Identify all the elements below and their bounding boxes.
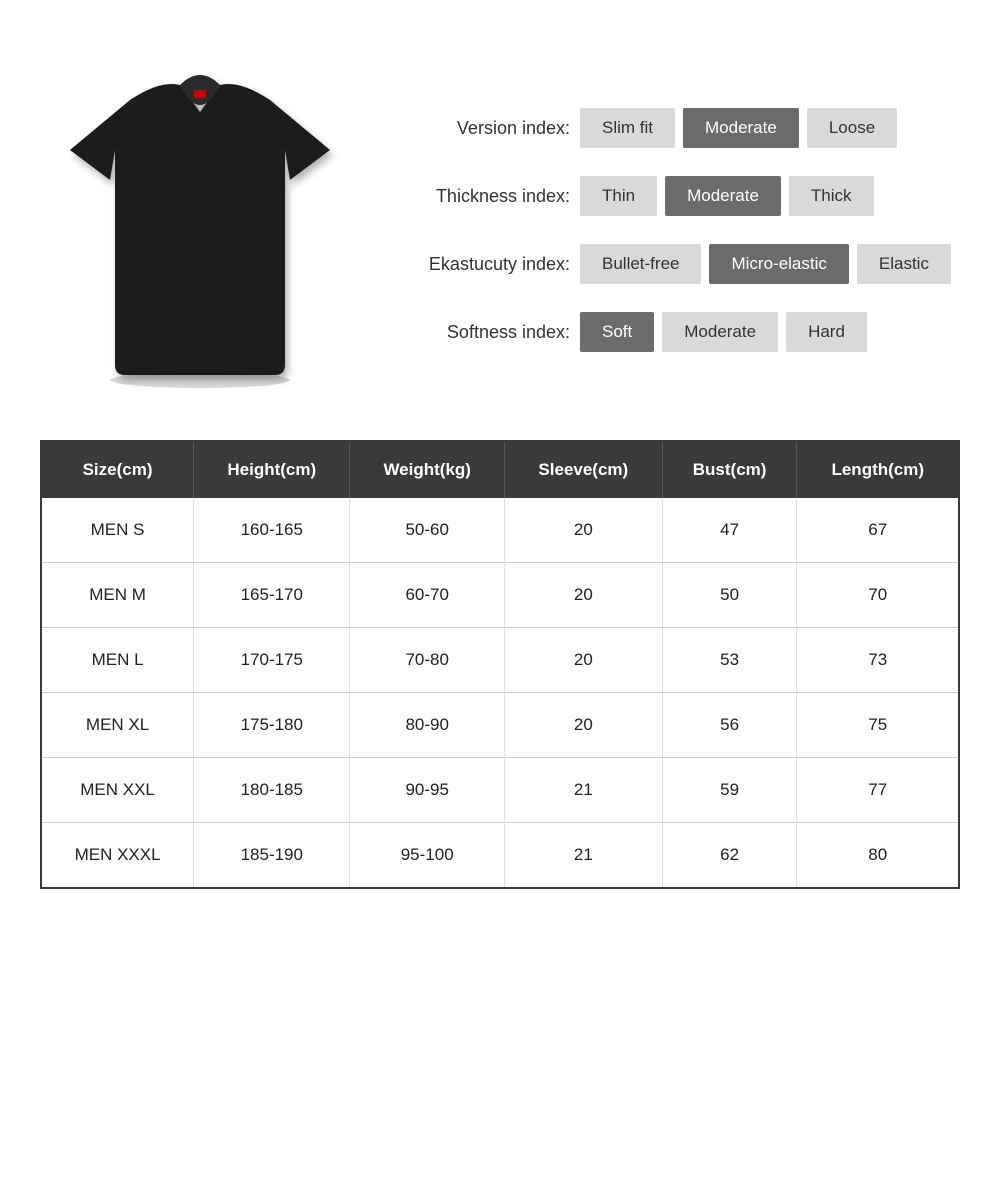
- size-table: Size(cm)Height(cm)Weight(kg)Sleeve(cm)Bu…: [42, 442, 958, 887]
- badge-1-0: Thin: [580, 176, 657, 216]
- index-label-2: Ekastucuty index:: [400, 254, 570, 275]
- table-cell-3-0: MEN XL: [42, 693, 194, 758]
- badge-0-0: Slim fit: [580, 108, 675, 148]
- table-cell-2-5: 73: [797, 628, 958, 693]
- table-cell-0-1: 160-165: [194, 498, 350, 563]
- table-header: Size(cm)Height(cm)Weight(kg)Sleeve(cm)Bu…: [42, 442, 958, 498]
- table-cell-1-3: 20: [504, 563, 662, 628]
- badge-3-1: Moderate: [662, 312, 778, 352]
- table-cell-2-1: 170-175: [194, 628, 350, 693]
- index-row-0: Version index: Slim fitModerateLoose: [400, 108, 960, 148]
- table-cell-2-3: 20: [504, 628, 662, 693]
- badge-1-1: Moderate: [665, 176, 781, 216]
- table-row-3: MEN XL175-18080-90205675: [42, 693, 958, 758]
- badge-3-0: Soft: [580, 312, 654, 352]
- table-cell-2-4: 53: [662, 628, 797, 693]
- table-cell-1-1: 165-170: [194, 563, 350, 628]
- table-cell-5-0: MEN XXXL: [42, 823, 194, 888]
- table-cell-2-0: MEN L: [42, 628, 194, 693]
- index-row-3: Softness index: SoftModerateHard: [400, 312, 960, 352]
- table-cell-1-2: 60-70: [350, 563, 505, 628]
- badge-0-2: Loose: [807, 108, 897, 148]
- table-cell-4-2: 90-95: [350, 758, 505, 823]
- table-cell-1-5: 70: [797, 563, 958, 628]
- table-cell-3-1: 175-180: [194, 693, 350, 758]
- table-row-2: MEN L170-17570-80205373: [42, 628, 958, 693]
- table-cell-2-2: 70-80: [350, 628, 505, 693]
- table-cell-5-1: 185-190: [194, 823, 350, 888]
- top-section: Version index:Slim fitModerateLooseThick…: [40, 70, 960, 390]
- index-badges-0: Slim fitModerateLoose: [580, 108, 897, 148]
- table-cell-5-2: 95-100: [350, 823, 505, 888]
- index-badges-3: SoftModerateHard: [580, 312, 867, 352]
- badge-2-2: Elastic: [857, 244, 951, 284]
- table-cell-0-4: 47: [662, 498, 797, 563]
- table-cell-4-5: 77: [797, 758, 958, 823]
- table-header-2: Weight(kg): [350, 442, 505, 498]
- index-label-1: Thickness index:: [400, 186, 570, 207]
- badge-3-2: Hard: [786, 312, 867, 352]
- index-label-3: Softness index:: [400, 322, 570, 343]
- table-cell-0-5: 67: [797, 498, 958, 563]
- index-row-2: Ekastucuty index: Bullet-freeMicro-elasti…: [400, 244, 960, 284]
- table-cell-4-4: 59: [662, 758, 797, 823]
- table-cell-1-4: 50: [662, 563, 797, 628]
- size-table-wrapper: Size(cm)Height(cm)Weight(kg)Sleeve(cm)Bu…: [40, 440, 960, 889]
- table-cell-3-4: 56: [662, 693, 797, 758]
- index-badges-2: Bullet-freeMicro-elasticElastic: [580, 244, 951, 284]
- index-label-0: Version index:: [400, 118, 570, 139]
- table-cell-3-3: 20: [504, 693, 662, 758]
- table-cell-4-3: 21: [504, 758, 662, 823]
- index-row-1: Thickness index: ThinModerateThick: [400, 176, 960, 216]
- table-cell-3-5: 75: [797, 693, 958, 758]
- tshirt-image: [40, 70, 360, 390]
- table-cell-1-0: MEN M: [42, 563, 194, 628]
- index-section: Version index:Slim fitModerateLooseThick…: [380, 108, 960, 352]
- table-cell-4-0: MEN XXL: [42, 758, 194, 823]
- table-cell-3-2: 80-90: [350, 693, 505, 758]
- table-header-1: Height(cm): [194, 442, 350, 498]
- table-cell-5-4: 62: [662, 823, 797, 888]
- index-badges-1: ThinModerateThick: [580, 176, 874, 216]
- table-row-0: MEN S160-16550-60204767: [42, 498, 958, 563]
- table-cell-0-0: MEN S: [42, 498, 194, 563]
- badge-1-2: Thick: [789, 176, 874, 216]
- table-row-5: MEN XXXL185-19095-100216280: [42, 823, 958, 888]
- table-cell-0-2: 50-60: [350, 498, 505, 563]
- table-cell-0-3: 20: [504, 498, 662, 563]
- table-cell-5-5: 80: [797, 823, 958, 888]
- table-header-4: Bust(cm): [662, 442, 797, 498]
- table-row-4: MEN XXL180-18590-95215977: [42, 758, 958, 823]
- table-cell-4-1: 180-185: [194, 758, 350, 823]
- badge-2-1: Micro-elastic: [709, 244, 848, 284]
- table-header-3: Sleeve(cm): [504, 442, 662, 498]
- badge-2-0: Bullet-free: [580, 244, 701, 284]
- table-header-5: Length(cm): [797, 442, 958, 498]
- table-header-0: Size(cm): [42, 442, 194, 498]
- table-cell-5-3: 21: [504, 823, 662, 888]
- table-row-1: MEN M165-17060-70205070: [42, 563, 958, 628]
- badge-0-1: Moderate: [683, 108, 799, 148]
